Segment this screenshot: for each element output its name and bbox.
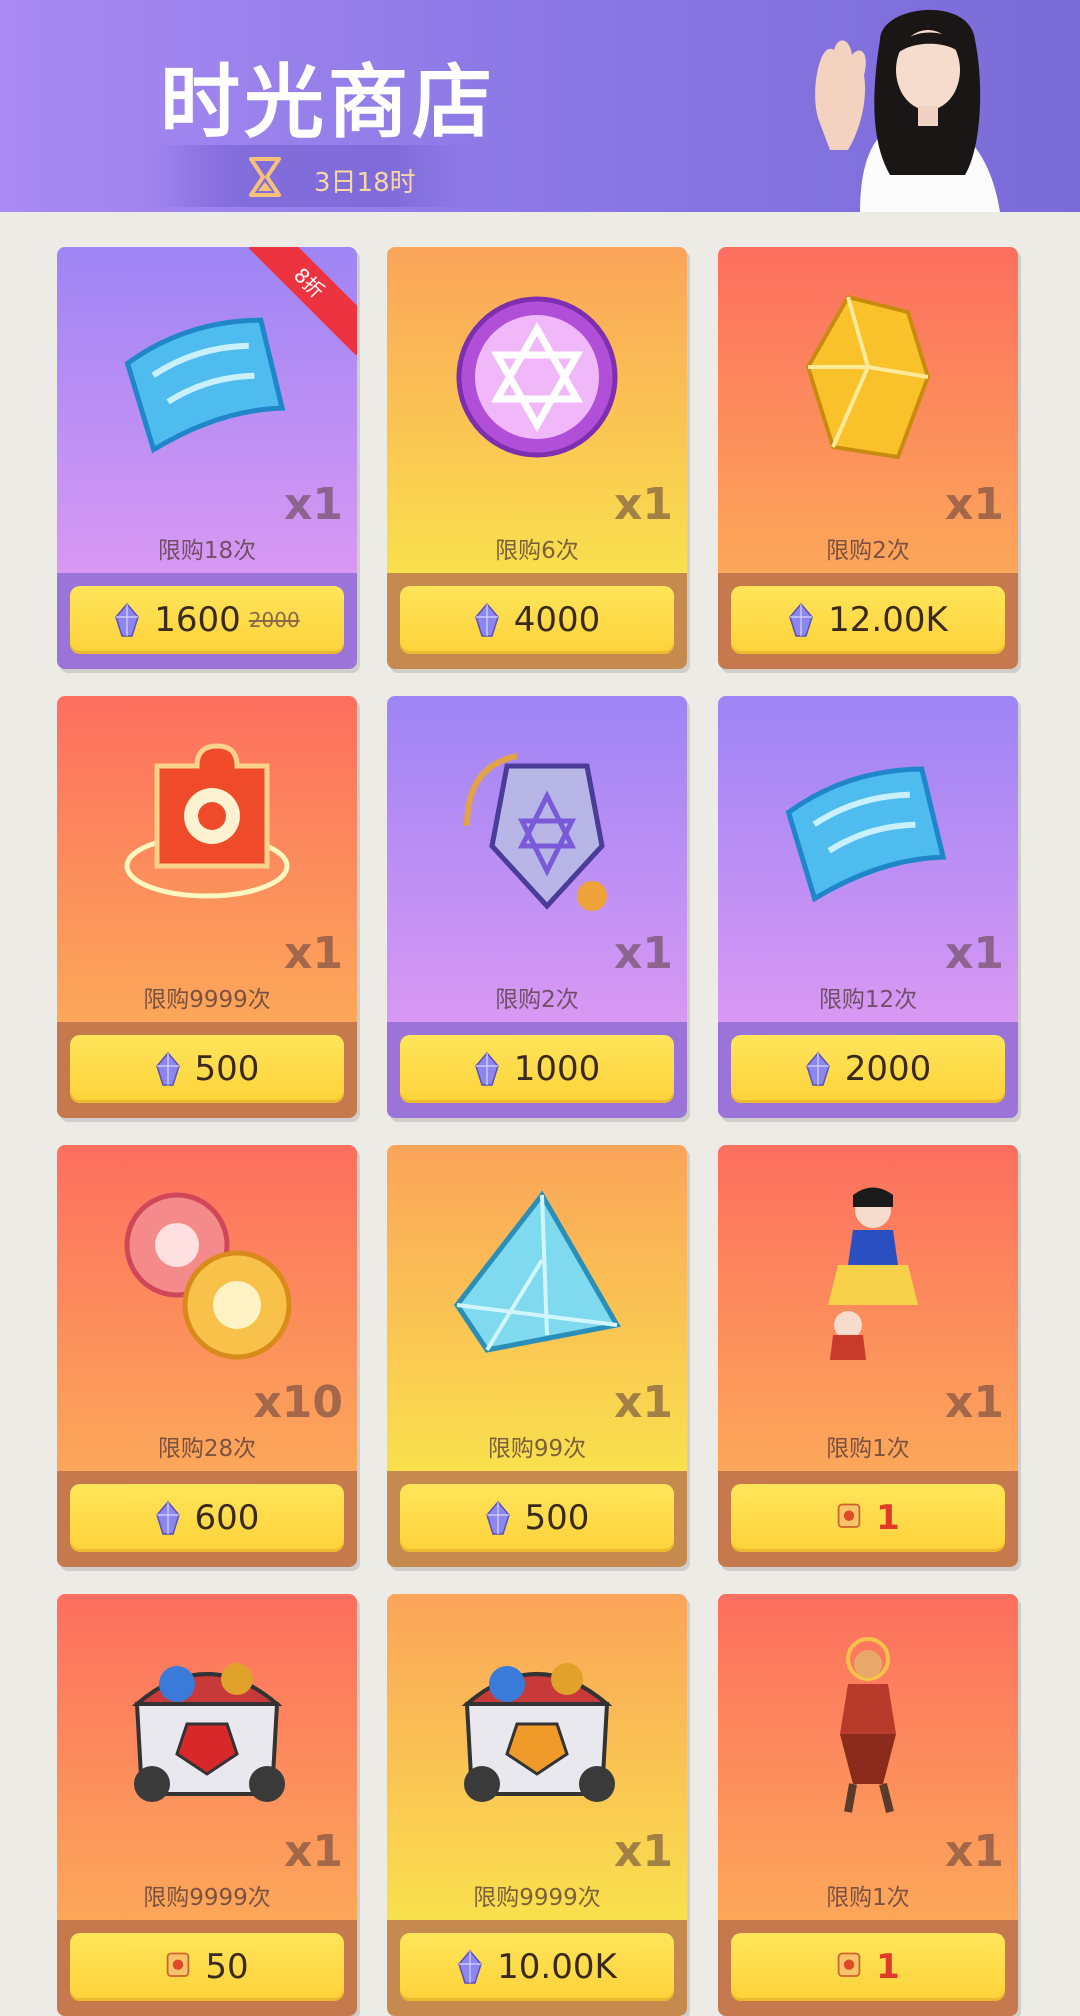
buy-button[interactable]: 50 bbox=[70, 1933, 344, 2001]
purchase-limit: 限购18次 bbox=[157, 538, 257, 564]
purchase-limit: 限购2次 bbox=[495, 987, 579, 1013]
shop-item-card[interactable]: x1 限购1次 1 bbox=[718, 1145, 1018, 1567]
discount-label: 8折 bbox=[249, 247, 357, 355]
skin-voucher-icon bbox=[836, 1501, 862, 1535]
page-title: 时光商店 bbox=[160, 56, 496, 149]
buy-button[interactable]: 500 bbox=[70, 1035, 344, 1103]
item-quantity: x1 bbox=[945, 479, 1004, 530]
crystal-icon bbox=[474, 602, 500, 637]
purchase-limit: 限购1次 bbox=[826, 1436, 910, 1462]
purchase-limit: 限购9999次 bbox=[143, 987, 271, 1013]
avatar bbox=[800, 0, 1040, 212]
purchase-limit: 限购2次 bbox=[826, 538, 910, 564]
price-label: 12.00K bbox=[828, 600, 948, 640]
amulet-icon bbox=[447, 736, 627, 916]
item-quantity: x1 bbox=[614, 1826, 673, 1877]
shop-item-card[interactable]: x1 限购2次 12.00K bbox=[718, 247, 1018, 669]
crystal-icon bbox=[474, 1051, 500, 1086]
buy-button[interactable]: 600 bbox=[70, 1484, 344, 1552]
shop-item-card[interactable]: x1 限购99次 500 bbox=[387, 1145, 687, 1567]
item-quantity: x1 bbox=[614, 928, 673, 979]
treasure-chest-gold-icon bbox=[447, 1634, 627, 1814]
buy-button[interactable]: 4000 bbox=[400, 586, 674, 654]
buy-button[interactable]: 500 bbox=[400, 1484, 674, 1552]
shop-item-card[interactable]: x1 限购6次 4000 bbox=[387, 247, 687, 669]
shop-item-card[interactable]: x1 限购9999次 50 bbox=[57, 1594, 357, 2016]
puzzle-piece-icon bbox=[117, 736, 297, 916]
crystal-icon bbox=[155, 1051, 181, 1086]
crystal-icon bbox=[114, 602, 140, 637]
princess-skin-icon bbox=[778, 1185, 958, 1365]
shop-header: 时光商店 3日18时 bbox=[0, 0, 1080, 212]
buy-button[interactable]: 1000 bbox=[400, 1035, 674, 1103]
price-label: 1 bbox=[876, 1947, 900, 1987]
item-quantity: x10 bbox=[253, 1377, 343, 1428]
shop-item-card[interactable]: x1 限购2次 1000 bbox=[387, 696, 687, 1118]
spin-tokens-icon bbox=[117, 1185, 297, 1365]
buy-button[interactable]: 10.00K bbox=[400, 1933, 674, 2001]
original-price: 2000 bbox=[248, 608, 300, 632]
monkey-king-skin-icon bbox=[778, 1634, 958, 1814]
item-quantity: x1 bbox=[284, 1826, 343, 1877]
price-label: 1000 bbox=[513, 1049, 601, 1089]
item-quantity: x1 bbox=[945, 928, 1004, 979]
star-coin-icon bbox=[447, 287, 627, 467]
crystal-icon bbox=[788, 602, 814, 637]
shop-item-card[interactable]: x1 限购18次 8折 1600 2000 bbox=[57, 247, 357, 669]
item-quantity: x1 bbox=[284, 479, 343, 530]
item-quantity: x1 bbox=[284, 928, 343, 979]
item-quantity: x1 bbox=[945, 1826, 1004, 1877]
shop-item-card[interactable]: x1 限购12次 2000 bbox=[718, 696, 1018, 1118]
crystal-icon bbox=[457, 1949, 483, 1984]
item-quantity: x1 bbox=[614, 1377, 673, 1428]
discount-ribbon: 8折 bbox=[249, 247, 357, 355]
price-label: 1600 bbox=[154, 600, 241, 640]
price-label: 600 bbox=[194, 1498, 260, 1538]
price-label: 1 bbox=[876, 1498, 900, 1538]
buy-button[interactable]: 1 bbox=[731, 1933, 1005, 2001]
purchase-limit: 限购6次 bbox=[495, 538, 579, 564]
shop-item-card[interactable]: x1 限购9999次 10.00K bbox=[387, 1594, 687, 2016]
price-label: 50 bbox=[205, 1947, 249, 1987]
countdown-text: 3日18时 bbox=[314, 168, 416, 198]
hourglass-icon bbox=[249, 157, 281, 197]
buy-button[interactable]: 2000 bbox=[731, 1035, 1005, 1103]
pyramid-crystal-icon bbox=[447, 1185, 627, 1365]
shop-item-card[interactable]: x1 限购1次 1 bbox=[718, 1594, 1018, 2016]
price-label: 2000 bbox=[844, 1049, 932, 1089]
buy-button[interactable]: 12.00K bbox=[731, 586, 1005, 654]
purchase-limit: 限购9999次 bbox=[473, 1885, 601, 1911]
timer-bar bbox=[150, 145, 470, 207]
treasure-chest-red-icon bbox=[117, 1634, 297, 1814]
purchase-limit: 限购12次 bbox=[818, 987, 918, 1013]
crystal-icon bbox=[155, 1500, 181, 1535]
purchase-limit: 限购99次 bbox=[487, 1436, 587, 1462]
item-quantity: x1 bbox=[614, 479, 673, 530]
price-label: 10.00K bbox=[497, 1947, 617, 1987]
crystal-icon bbox=[805, 1051, 831, 1086]
price-label: 500 bbox=[194, 1049, 260, 1089]
blue-ticket-icon bbox=[778, 736, 958, 916]
shop-item-card[interactable]: x1 限购9999次 500 bbox=[57, 696, 357, 1118]
gold-gem-icon bbox=[778, 287, 958, 467]
purchase-limit: 限购1次 bbox=[826, 1885, 910, 1911]
buy-button[interactable]: 1 bbox=[731, 1484, 1005, 1552]
crystal-icon bbox=[485, 1500, 511, 1535]
price-label: 4000 bbox=[513, 600, 601, 640]
price-label: 500 bbox=[524, 1498, 590, 1538]
item-quantity: x1 bbox=[945, 1377, 1004, 1428]
skin-voucher-icon bbox=[836, 1950, 862, 1984]
shop-item-card[interactable]: x10 限购28次 600 bbox=[57, 1145, 357, 1567]
purchase-limit: 限购28次 bbox=[157, 1436, 257, 1462]
buy-button[interactable]: 1600 2000 bbox=[70, 586, 344, 654]
purchase-limit: 限购9999次 bbox=[143, 1885, 271, 1911]
gold-voucher-icon bbox=[165, 1950, 191, 1984]
